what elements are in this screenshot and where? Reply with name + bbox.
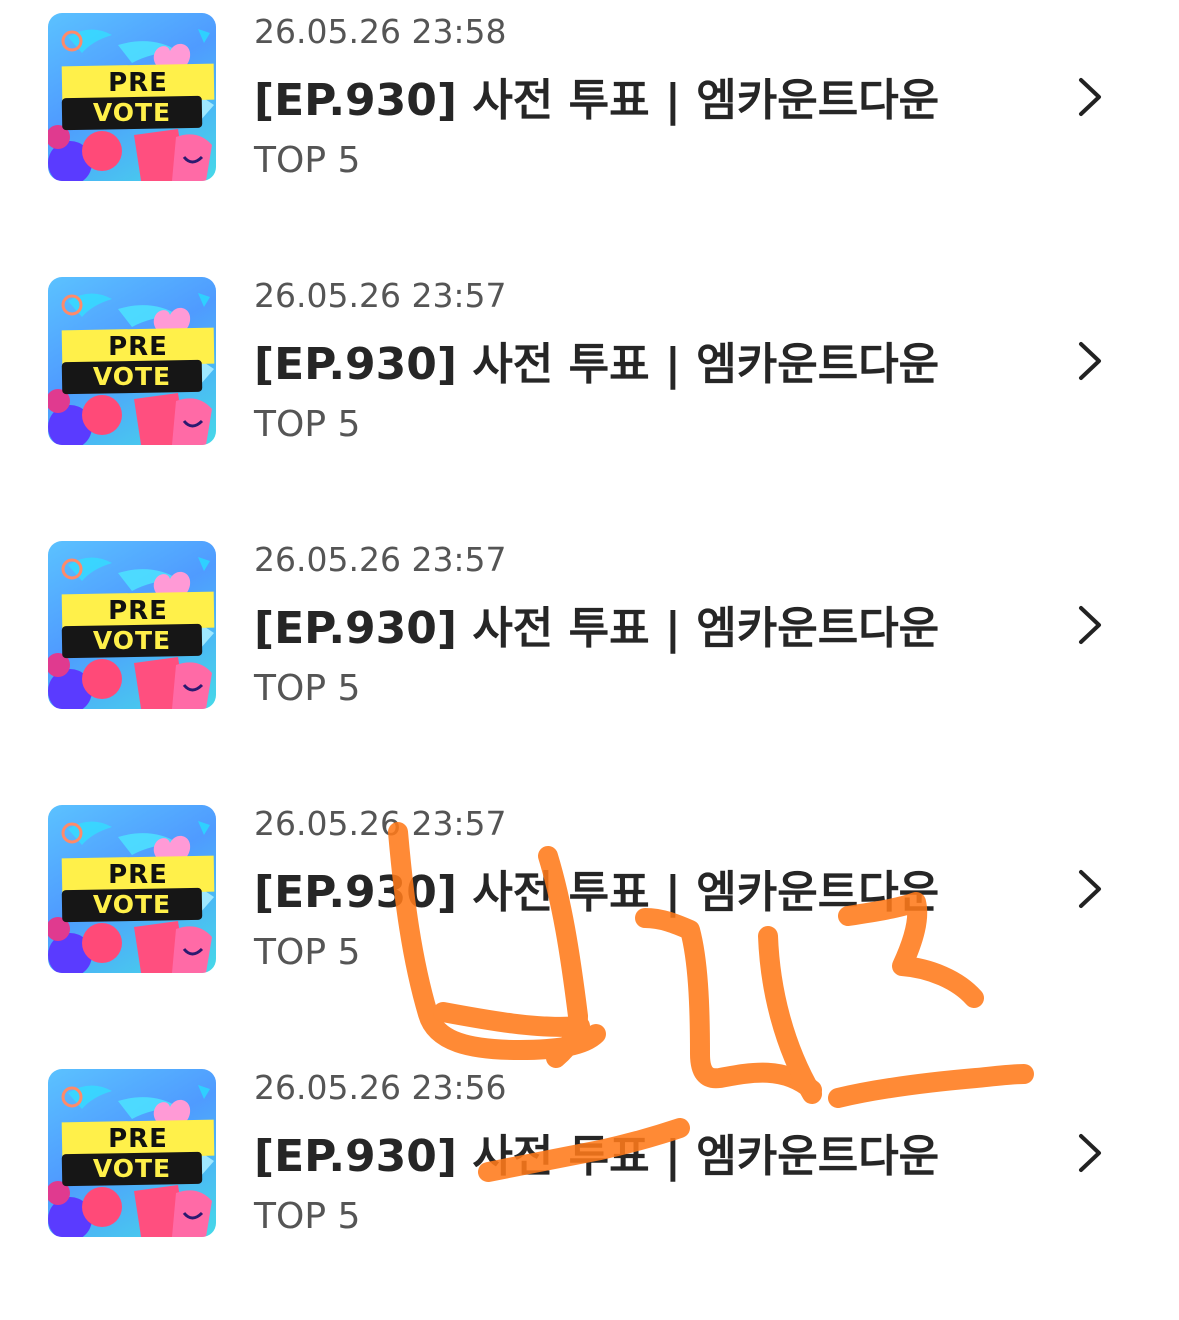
item-title: [EP.930] 사전 투표 | 엠카운트다운 bbox=[254, 603, 940, 654]
list-item[interactable]: PRE VOTE 26.05.26 23:57 [EP.930] 사전 투표 |… bbox=[0, 264, 1179, 528]
thumbnail-pre-text: PRE bbox=[108, 332, 168, 362]
item-title: [EP.930] 사전 투표 | 엠카운트다운 bbox=[254, 339, 940, 390]
item-title: [EP.930] 사전 투표 | 엠카운트다운 bbox=[254, 75, 940, 126]
chevron-right-icon[interactable] bbox=[1072, 868, 1106, 910]
item-subtitle: TOP 5 bbox=[254, 1196, 361, 1237]
chevron-right-icon[interactable] bbox=[1072, 340, 1106, 382]
item-subtitle: TOP 5 bbox=[254, 140, 361, 181]
item-subtitle: TOP 5 bbox=[254, 668, 361, 709]
item-timestamp: 26.05.26 23:57 bbox=[254, 540, 507, 579]
chevron-right-icon[interactable] bbox=[1072, 76, 1106, 118]
thumbnail-vote-text: VOTE bbox=[92, 1154, 172, 1183]
item-title: [EP.930] 사전 투표 | 엠카운트다운 bbox=[254, 867, 940, 918]
item-timestamp: 26.05.26 23:57 bbox=[254, 276, 507, 315]
pre-vote-thumbnail: PRE VOTE bbox=[48, 541, 216, 709]
item-title: [EP.930] 사전 투표 | 엠카운트다운 bbox=[254, 1131, 940, 1182]
item-subtitle: TOP 5 bbox=[254, 932, 361, 973]
thumbnail-vote-text: VOTE bbox=[92, 98, 172, 127]
list-item[interactable]: PRE VOTE 26.05.26 23:56 [EP.930] 사전 투표 |… bbox=[0, 1056, 1179, 1320]
pre-vote-thumbnail: PRE VOTE bbox=[48, 13, 216, 181]
thumbnail-vote-text: VOTE bbox=[92, 890, 172, 919]
pre-vote-thumbnail: PRE VOTE bbox=[48, 277, 216, 445]
list-item[interactable]: PRE VOTE 26.05.26 23:57 [EP.930] 사전 투표 |… bbox=[0, 528, 1179, 792]
item-timestamp: 26.05.26 23:57 bbox=[254, 804, 507, 843]
list-item[interactable]: PRE VOTE 26.05.26 23:57 [EP.930] 사전 투표 |… bbox=[0, 792, 1179, 1056]
thumbnail-pre-text: PRE bbox=[108, 68, 168, 98]
item-timestamp: 26.05.26 23:58 bbox=[254, 12, 507, 51]
thumbnail-vote-text: VOTE bbox=[92, 626, 172, 655]
vote-history-list: PRE VOTE 26.05.26 23:58 [EP.930] 사전 투표 |… bbox=[0, 0, 1179, 1295]
pre-vote-thumbnail: PRE VOTE bbox=[48, 1069, 216, 1237]
chevron-right-icon[interactable] bbox=[1072, 604, 1106, 646]
chevron-right-icon[interactable] bbox=[1072, 1132, 1106, 1174]
item-subtitle: TOP 5 bbox=[254, 404, 361, 445]
pre-vote-thumbnail: PRE VOTE bbox=[48, 805, 216, 973]
item-timestamp: 26.05.26 23:56 bbox=[254, 1068, 507, 1107]
thumbnail-vote-text: VOTE bbox=[92, 362, 172, 391]
thumbnail-pre-text: PRE bbox=[108, 596, 168, 626]
list-item[interactable]: PRE VOTE 26.05.26 23:58 [EP.930] 사전 투표 |… bbox=[0, 0, 1179, 264]
thumbnail-pre-text: PRE bbox=[108, 860, 168, 890]
thumbnail-pre-text: PRE bbox=[108, 1124, 168, 1154]
